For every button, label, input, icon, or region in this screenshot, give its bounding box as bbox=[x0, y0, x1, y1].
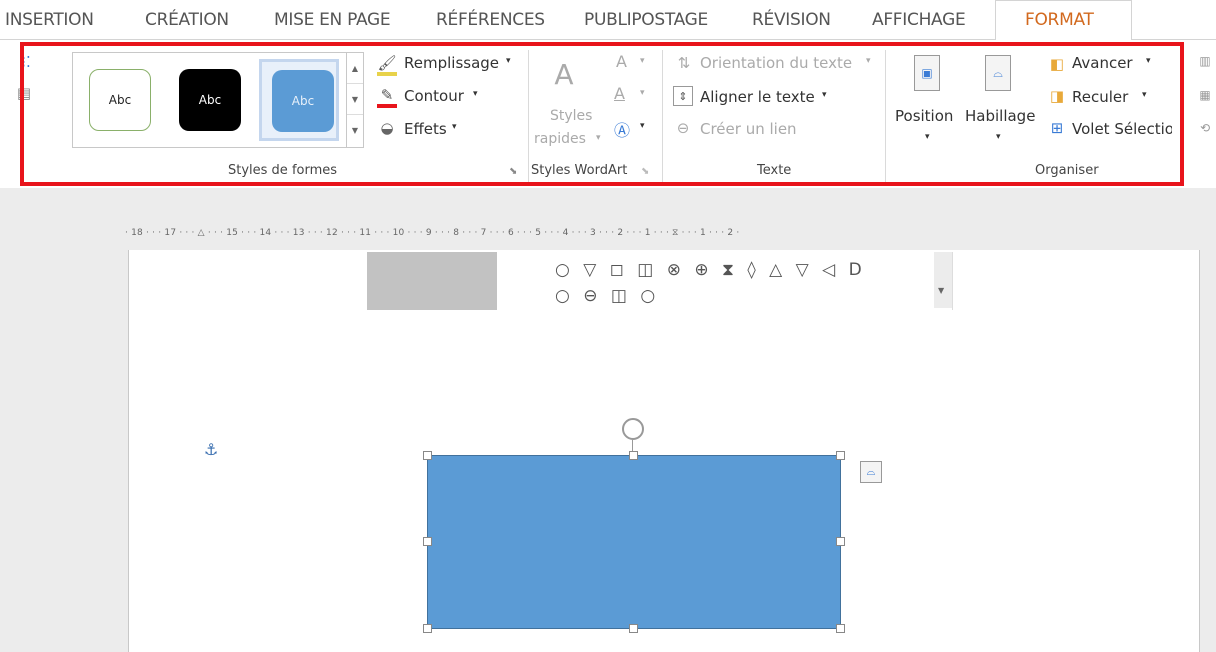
selected-rectangle-shape[interactable] bbox=[427, 455, 841, 629]
gray-placeholder bbox=[367, 252, 497, 310]
anchor-icon: ⚓ bbox=[204, 440, 219, 459]
resize-handle-se[interactable] bbox=[836, 624, 845, 633]
tab-references[interactable]: RÉFÉRENCES bbox=[436, 10, 545, 30]
resize-handle-sw[interactable] bbox=[423, 624, 432, 633]
rotate-handle-icon[interactable] bbox=[622, 418, 644, 440]
highlight-frame bbox=[20, 42, 1184, 186]
group-icon[interactable]: ▦ bbox=[1198, 86, 1212, 104]
tab-mise-en-page[interactable]: MISE EN PAGE bbox=[274, 10, 391, 30]
resize-handle-n[interactable] bbox=[629, 451, 638, 460]
tab-revision[interactable]: RÉVISION bbox=[752, 10, 831, 30]
tab-affichage[interactable]: AFFICHAGE bbox=[872, 10, 966, 30]
align-icon[interactable]: ▥ bbox=[1198, 52, 1212, 70]
tab-format[interactable]: FORMAT bbox=[1025, 10, 1094, 30]
resize-handle-nw[interactable] bbox=[423, 451, 432, 460]
horizontal-ruler[interactable]: · 18 · · · 17 · · · △ · · · 15 · · · 14 … bbox=[125, 228, 1200, 242]
resize-handle-w[interactable] bbox=[423, 537, 432, 546]
tab-creation[interactable]: CRÉATION bbox=[145, 10, 229, 30]
chevron-down-icon[interactable]: ▼ bbox=[938, 286, 944, 295]
shapes-row-2[interactable]: ○ ⊖ ◫ ○ bbox=[555, 286, 659, 306]
shapes-gallery: ○ ▽ ◻ ◫ ⊗ ⊕ ⧗ ◊ △ ▽ ◁ D ○ ⊖ ◫ ○ bbox=[545, 252, 953, 310]
resize-handle-ne[interactable] bbox=[836, 451, 845, 460]
resize-handle-e[interactable] bbox=[836, 537, 845, 546]
rotate-icon[interactable]: ⟲ bbox=[1198, 119, 1212, 137]
tab-insertion[interactable]: INSERTION bbox=[5, 10, 94, 30]
ribbon-tab-bar: INSERTION CRÉATION MISE EN PAGE RÉFÉRENC… bbox=[0, 0, 1216, 41]
layout-options-icon[interactable]: ⌓ bbox=[860, 461, 882, 483]
resize-handle-s[interactable] bbox=[629, 624, 638, 633]
shapes-scrollbar[interactable]: ▼ bbox=[934, 252, 952, 308]
tab-publipostage[interactable]: PUBLIPOSTAGE bbox=[584, 10, 708, 30]
shapes-row-1[interactable]: ○ ▽ ◻ ◫ ⊗ ⊕ ⧗ ◊ △ ▽ ◁ D bbox=[555, 260, 866, 280]
